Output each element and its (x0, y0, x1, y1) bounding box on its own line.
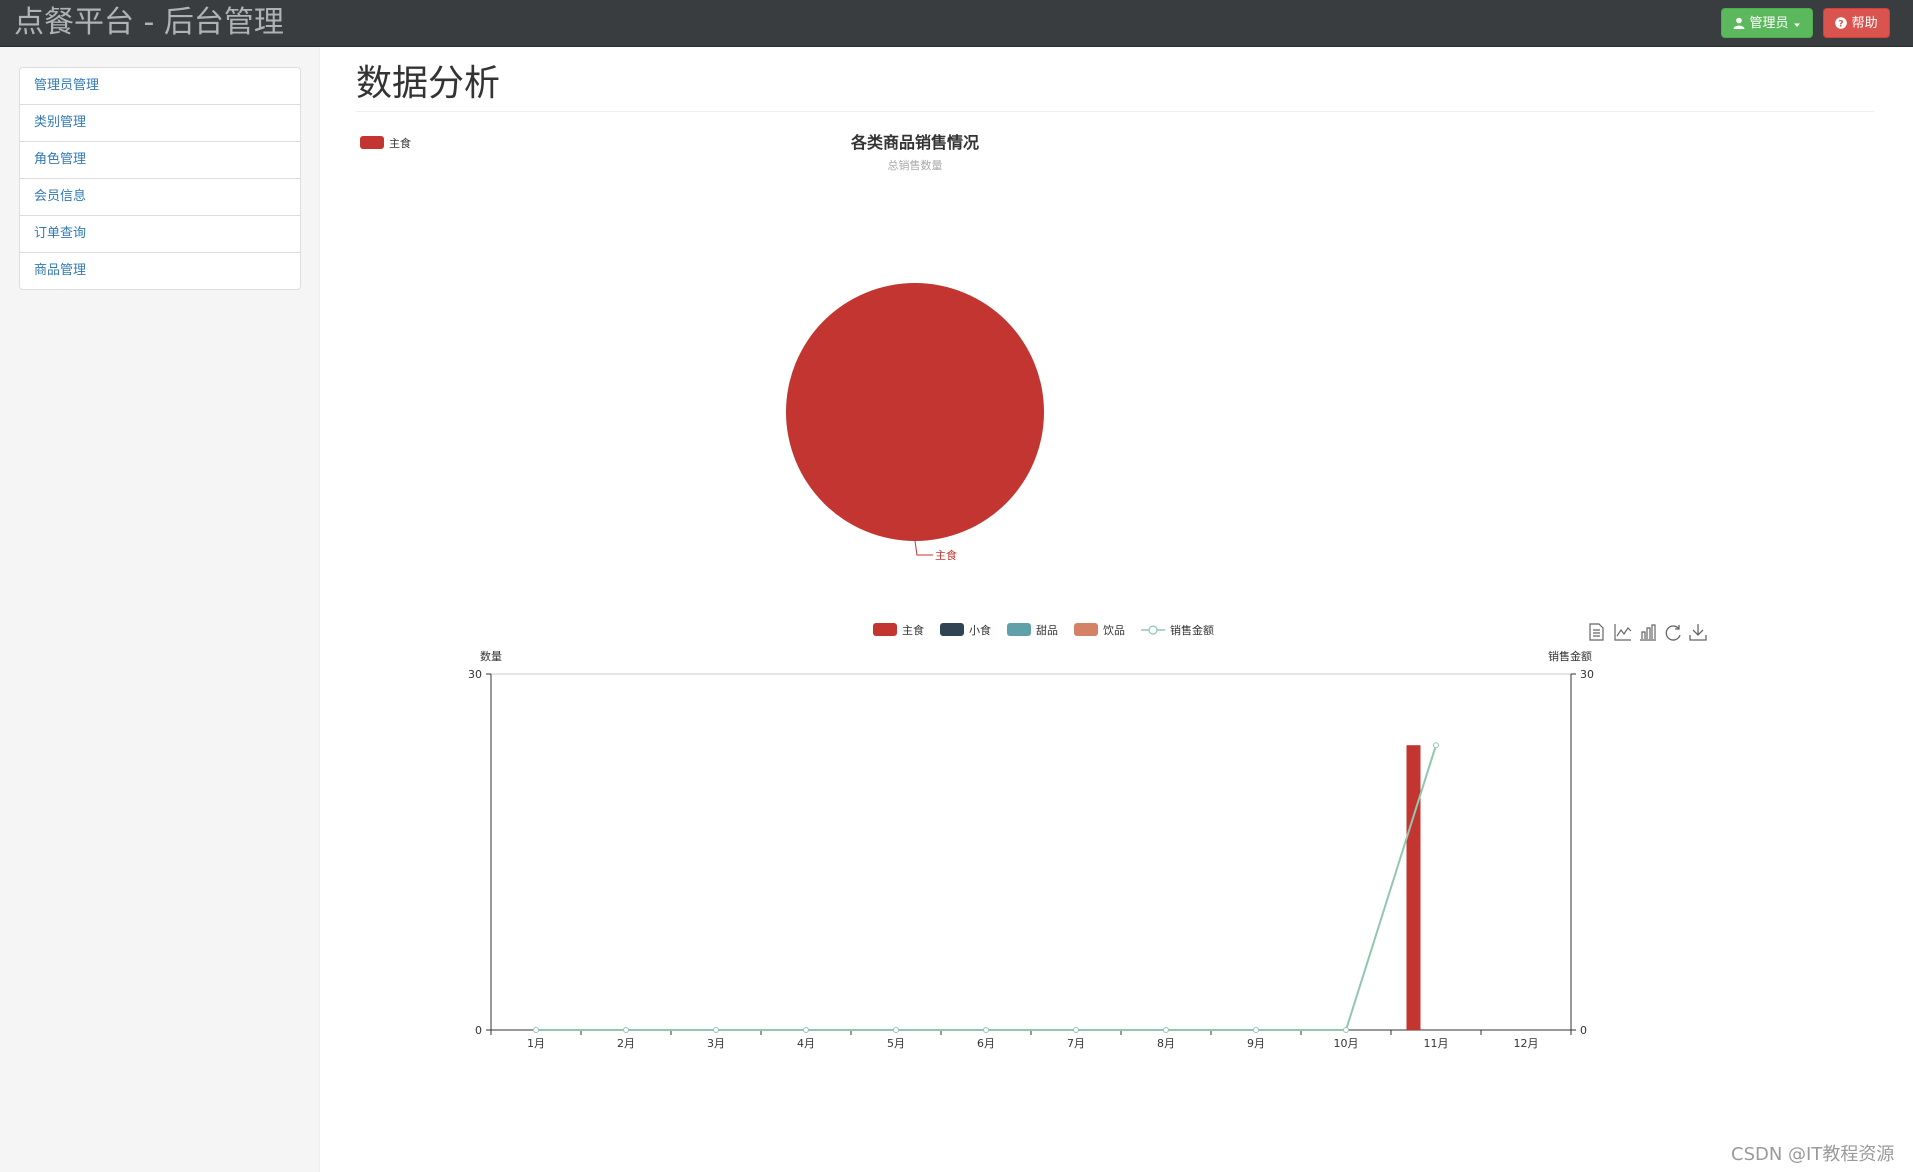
x-tick-label: 9月 (1247, 1037, 1265, 1050)
bar-legend-label[interactable]: 小食 (969, 623, 991, 637)
bar-legend-swatch[interactable] (940, 623, 964, 636)
bar-chart-icon[interactable] (1640, 624, 1656, 641)
line-point[interactable] (1343, 1027, 1349, 1033)
bar-主食[interactable] (1406, 745, 1421, 1030)
pie-legend-label[interactable]: 主食 (389, 136, 411, 150)
line-point[interactable] (1253, 1027, 1259, 1033)
x-tick-label: 11月 (1424, 1037, 1449, 1050)
x-tick-label: 6月 (977, 1037, 995, 1050)
bar-legend-swatch[interactable] (1007, 623, 1031, 636)
save-image-icon[interactable] (1689, 624, 1707, 641)
line-point[interactable] (1433, 742, 1439, 749)
x-tick-label: 3月 (707, 1037, 725, 1050)
x-tick-label: 12月 (1514, 1037, 1539, 1050)
x-tick-label: 8月 (1157, 1037, 1175, 1050)
line-series-销售金额[interactable] (536, 744, 1437, 1031)
bar-legend-swatch[interactable] (873, 623, 897, 636)
line-point[interactable] (1073, 1027, 1079, 1033)
line-point[interactable] (1163, 1027, 1169, 1033)
line-point[interactable] (623, 1027, 629, 1033)
line-chart-icon[interactable] (1614, 624, 1632, 641)
line-point[interactable] (803, 1027, 809, 1033)
line-point[interactable] (893, 1027, 899, 1033)
y-tick-label-right: 0 (1580, 1024, 1587, 1037)
y-tick-label-left: 30 (468, 668, 482, 681)
pie-chart-title: 各类商品销售情况 (850, 133, 979, 152)
x-tick-label: 2月 (617, 1037, 635, 1050)
pie-slice[interactable] (786, 283, 1044, 541)
x-tick-label: 5月 (887, 1037, 905, 1050)
watermark: CSDN @IT教程资源 (1731, 1144, 1895, 1165)
pie-legend-swatch[interactable] (360, 136, 384, 149)
bar-legend-label[interactable]: 主食 (902, 623, 924, 637)
x-tick-label: 4月 (797, 1037, 815, 1050)
pie-chart-subtitle: 总销售数量 (888, 158, 943, 172)
bar-legend-swatch[interactable] (1074, 623, 1098, 636)
bar-legend-label[interactable]: 饮品 (1103, 624, 1125, 637)
y-axis-right-label: 销售金额 (1548, 649, 1592, 663)
y-axis-left-label: 数量 (480, 650, 502, 663)
line-point[interactable] (533, 1027, 539, 1033)
charts-canvas: 各类商品销售情况总销售数量主食主食主食 小食 甜品 饮品 销售金额数量 销售金额03003… (360, 133, 1707, 1050)
y-tick-label-left: 0 (475, 1024, 482, 1037)
data-view-icon[interactable] (1589, 623, 1604, 641)
y-tick-label-right: 30 (1580, 668, 1594, 681)
restore-icon[interactable] (1665, 625, 1681, 641)
bar-legend-line-marker[interactable] (1148, 625, 1158, 635)
line-point[interactable] (983, 1027, 989, 1033)
pie-label-line (914, 540, 933, 556)
x-tick-label: 7月 (1067, 1037, 1085, 1050)
bar-legend-label[interactable]: 甜品 (1036, 624, 1058, 637)
pie-slice-label: 主食 (935, 548, 957, 562)
line-point[interactable] (713, 1027, 719, 1033)
x-tick-label: 10月 (1334, 1037, 1359, 1050)
x-tick-label: 1月 (527, 1037, 545, 1050)
bar-legend-label[interactable]: 销售金额 (1170, 623, 1214, 637)
